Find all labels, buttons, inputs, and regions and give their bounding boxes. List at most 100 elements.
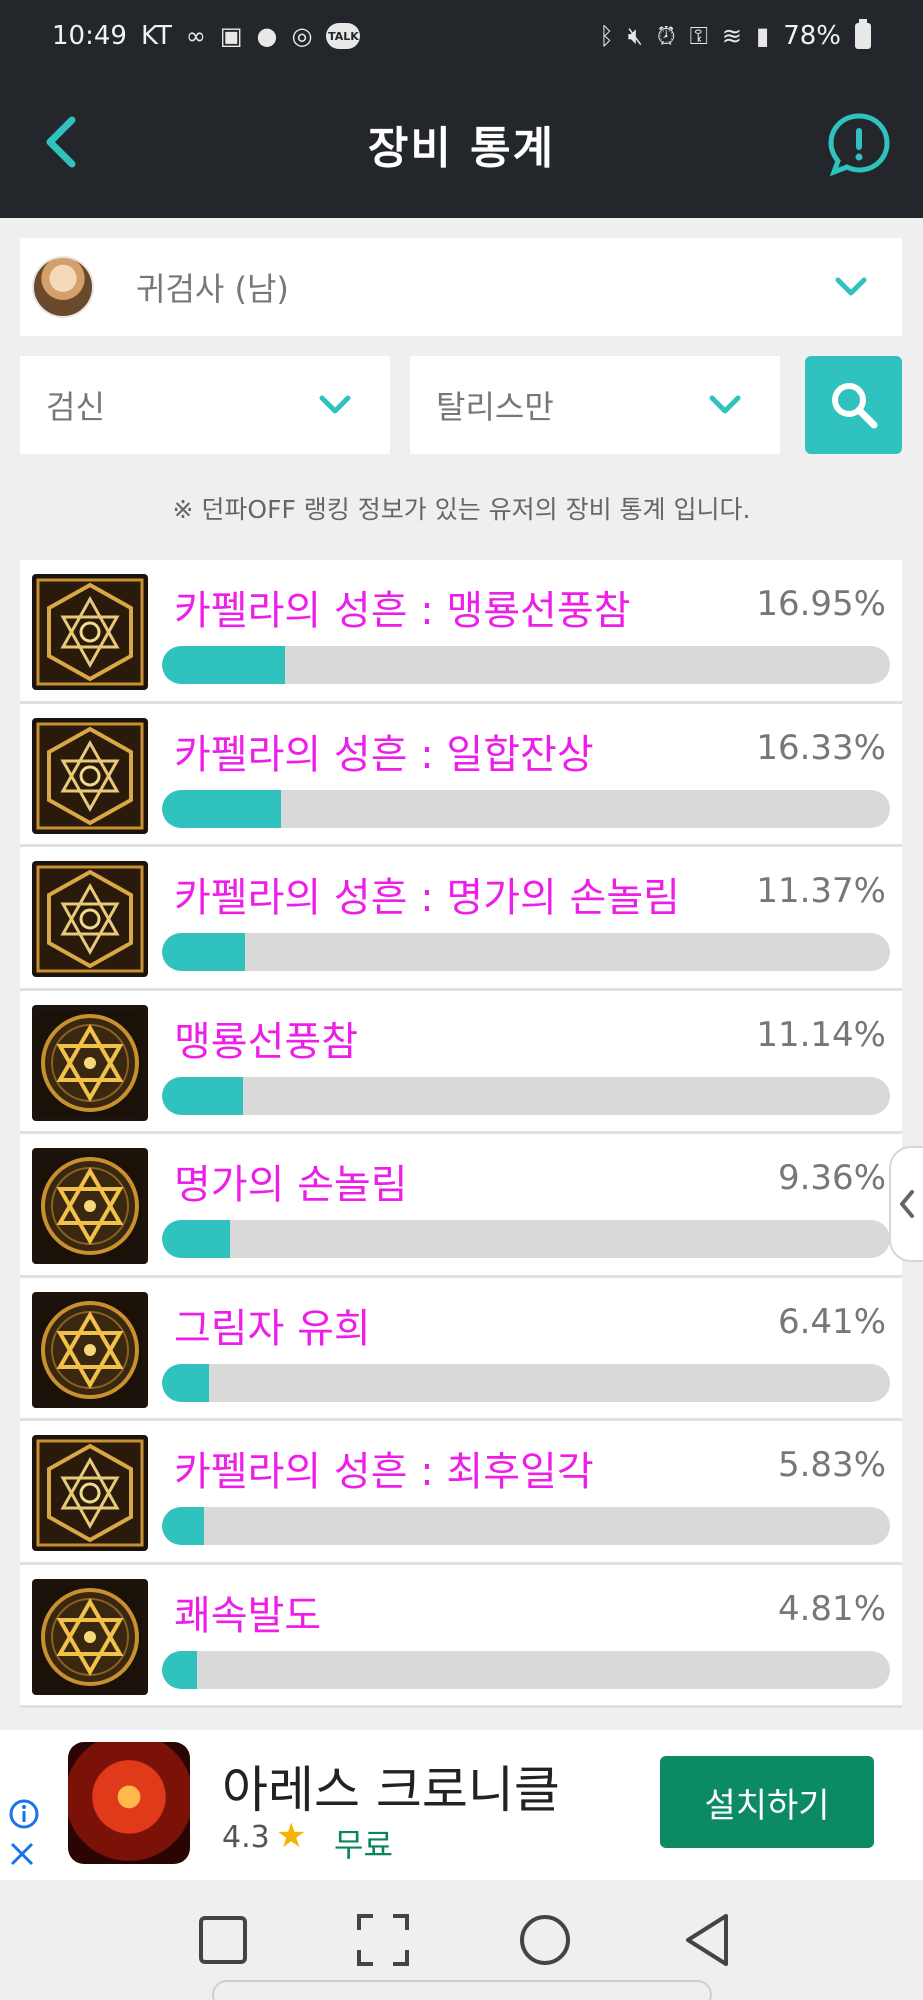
stat-bar-track [162, 646, 890, 684]
stat-item-name: 카펠라의 성흔 : 일합잔상 [174, 731, 594, 778]
chevron-down-icon [319, 395, 351, 414]
screen-capture-icon[interactable] [353, 1910, 413, 1970]
stat-bar-track [162, 1076, 890, 1115]
signal-icon: ▮ [755, 22, 770, 50]
cloud-icon: ● [256, 22, 278, 50]
stat-percent: 9.36% [777, 1158, 886, 1198]
stat-bar-track [162, 1650, 890, 1689]
filter-row: 검신 탈리스만 [20, 356, 902, 454]
home-icon[interactable] [515, 1910, 575, 1970]
stat-item-name: 카펠라의 성흔 : 최후일각 [174, 1449, 594, 1495]
class-label: 귀검사 (남) [136, 270, 289, 308]
alert-chat-icon [828, 113, 890, 177]
class-avatar [32, 256, 94, 318]
option-value: 탈리스만 [436, 388, 554, 426]
search-button[interactable] [805, 356, 902, 454]
stat-bar-fill [162, 1076, 244, 1115]
wifi-icon: ≋ [721, 22, 742, 50]
stat-row[interactable]: 카펠라의 성흔 : 일합잔상 16.33% [20, 703, 902, 847]
help-button[interactable] [827, 112, 891, 177]
alarm-icon: ⏰︎ [656, 22, 676, 50]
recent-apps-icon[interactable] [193, 1910, 253, 1970]
mute-icon: 🔇︎ [627, 22, 643, 50]
stat-row[interactable]: 카펠라의 성흔 : 명가의 손놀림 11.37% [20, 847, 902, 991]
ad-rating: 4.3 [222, 1820, 270, 1855]
close-icon[interactable] [8, 1840, 36, 1868]
subclass-value: 검신 [46, 388, 105, 426]
page-title: 장비 통계 [367, 123, 556, 174]
stat-item-name: 카펠라의 성흔 : 맹룡선풍참 [174, 588, 631, 634]
option-dropdown[interactable]: 탈리스만 [410, 356, 780, 454]
capella-stigma-icon [32, 574, 148, 690]
stat-percent: 5.83% [777, 1445, 886, 1485]
status-carrier: KT [140, 21, 172, 51]
info-icon[interactable] [8, 1798, 40, 1830]
stat-bar-fill [162, 1507, 205, 1545]
stat-item-name: 쾌속발도 [174, 1592, 322, 1639]
screenshot-icon: ▣ [219, 22, 243, 50]
activity-icon: ◎ [291, 22, 313, 50]
stat-percent: 4.81% [777, 1588, 886, 1629]
stat-item-name: 명가의 손놀림 [174, 1162, 408, 1208]
kakaotalk-icon: TALK [326, 23, 361, 49]
stat-percent: 11.14% [756, 1014, 886, 1055]
talisman-icon [32, 1291, 148, 1408]
status-right: ᛒ 🔇︎ ⏰︎ ⚿ ≋ ▮ 78% [599, 19, 871, 51]
stat-item-name: 맹룡선풍참 [174, 1018, 358, 1065]
capella-stigma-icon [32, 1435, 148, 1551]
battery-percent: 78% [783, 21, 841, 51]
back-nav-icon[interactable] [678, 1910, 738, 1970]
bluetooth-icon: ᛒ [599, 22, 614, 50]
app-bar: 장비 통계 [0, 72, 923, 218]
stat-percent: 16.95% [756, 584, 886, 624]
status-bar: 10:49 KT ∞ ▣ ● ◎ TALK ᛒ 🔇︎ ⏰︎ ⚿ ≋ ▮ 78% [0, 0, 923, 72]
status-time: 10:49 [52, 21, 127, 51]
stat-bar-fill [162, 646, 286, 684]
capella-stigma-icon [32, 717, 148, 834]
chevron-down-icon [709, 395, 741, 414]
key-icon: ⚿ [689, 22, 708, 50]
stat-item-name: 카펠라의 성흔 : 명가의 손놀림 [174, 875, 680, 921]
search-icon [831, 383, 877, 429]
stat-percent: 16.33% [756, 727, 886, 768]
stat-row[interactable]: 명가의 손놀림 9.36% [20, 1134, 902, 1278]
stats-list: 카펠라의 성흔 : 맹룡선풍참 16.95% 카펠라의 성흔 : 일합잔상 16.3… [20, 560, 902, 1708]
gesture-indicator [212, 1980, 712, 2000]
battery-icon [855, 19, 871, 49]
stat-row[interactable]: 카펠라의 성흔 : 최후일각 5.83% [20, 1421, 902, 1565]
chevron-left-icon [900, 1190, 914, 1218]
class-select[interactable]: 귀검사 (남) [20, 238, 902, 336]
stat-bar-track [162, 1363, 890, 1402]
stat-row[interactable]: 그림자 유희 6.41% [20, 1277, 902, 1421]
talisman-icon [32, 1578, 148, 1695]
chevron-down-icon [835, 277, 867, 296]
talisman-icon [32, 1148, 148, 1264]
stat-bar-fill [162, 1650, 198, 1689]
ad-banner[interactable]: 아레스 크로니클 4.3 ★ 무료 설치하기 [0, 1730, 923, 1880]
status-left: 10:49 KT ∞ ▣ ● ◎ TALK [52, 21, 361, 51]
stat-bar-track [162, 789, 890, 828]
notice-text: ※ 던파OFF 랭킹 정보가 있는 유저의 장비 통계 입니다. [172, 495, 751, 524]
side-panel-handle[interactable] [889, 1146, 923, 1262]
ad-app-icon[interactable] [68, 1742, 190, 1864]
stat-bar-track [162, 933, 890, 971]
stat-row[interactable]: 카펠라의 성흔 : 맹룡선풍참 16.95% [20, 560, 902, 704]
stat-percent: 11.37% [756, 871, 886, 911]
subclass-dropdown[interactable]: 검신 [20, 356, 390, 454]
capella-stigma-icon [32, 861, 148, 977]
stat-row[interactable]: 맹룡선풍참 11.14% [20, 990, 902, 1134]
stat-bar-fill [162, 1220, 231, 1258]
ad-price: 무료 [334, 1826, 393, 1864]
stat-row[interactable]: 쾌속발도 4.81% [20, 1564, 902, 1708]
main-content: 귀검사 (남) 검신 탈리스만 ※ 던파OFF 랭킹 정보가 있는 유저의 장비… [0, 218, 923, 1730]
stat-bar-fill [162, 933, 245, 971]
ad-title[interactable]: 아레스 크로니클 [222, 1750, 560, 1822]
star-icon: ★ [276, 1816, 307, 1856]
stat-bar-fill [162, 1363, 209, 1402]
stat-bar-fill [162, 789, 281, 828]
stat-bar-track [162, 1220, 890, 1258]
infinity-icon: ∞ [185, 22, 206, 50]
stat-bar-track [162, 1507, 890, 1545]
stat-item-name: 그림자 유희 [174, 1305, 371, 1352]
install-button[interactable]: 설치하기 [660, 1756, 874, 1848]
